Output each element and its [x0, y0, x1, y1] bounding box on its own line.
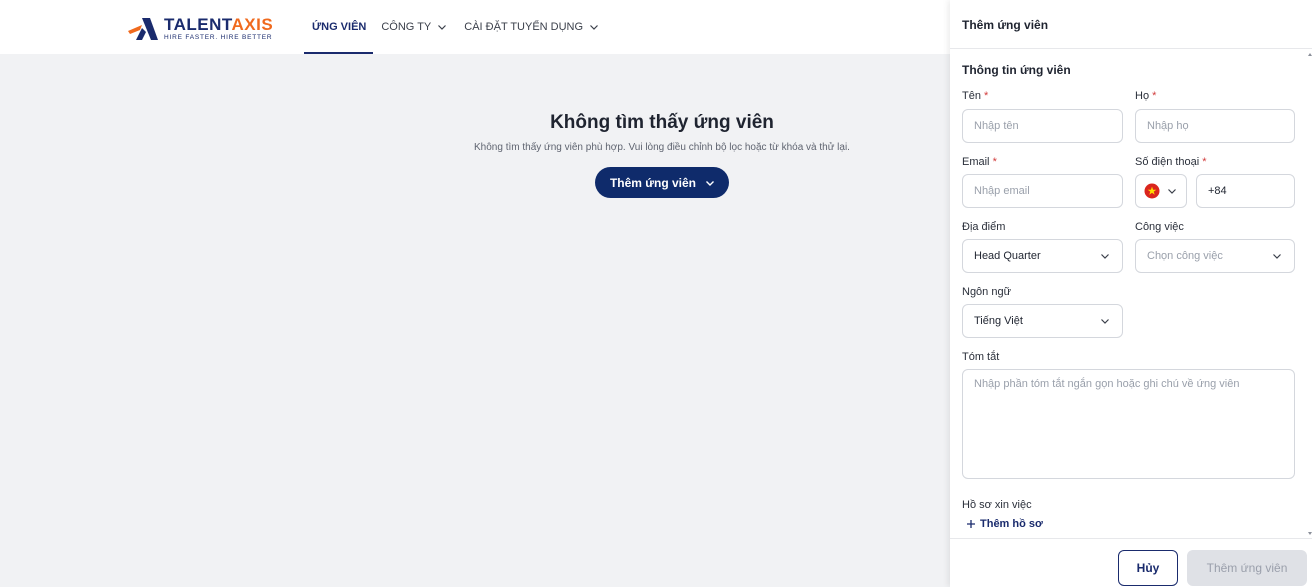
- logo-tagline: HIRE FASTER. HIRE BETTER: [164, 34, 273, 42]
- empty-state-description: Không tìm thấy ứng viên phù hợp. Vui lòn…: [474, 142, 850, 153]
- add-candidate-button[interactable]: Thêm ứng viên: [594, 167, 730, 198]
- chevron-down-icon: [438, 25, 447, 30]
- nav-item-company[interactable]: CÔNG TY: [373, 0, 456, 54]
- language-label: Ngôn ngữ: [962, 286, 1011, 298]
- submit-add-candidate-button[interactable]: Thêm ứng viên: [1187, 550, 1307, 586]
- email-input[interactable]: Nhập email: [962, 174, 1123, 208]
- last-name-label: Họ *: [1135, 90, 1157, 102]
- language-select[interactable]: Tiếng Việt: [962, 304, 1123, 338]
- first-name-input[interactable]: Nhập tên: [962, 109, 1123, 143]
- divider: [950, 48, 1312, 49]
- job-select[interactable]: Chọn công việc: [1135, 239, 1295, 273]
- logo-mark-icon: [128, 18, 158, 40]
- summary-textarea[interactable]: Nhập phần tóm tắt ngắn gọn hoặc ghi chú …: [962, 369, 1295, 479]
- email-label: Email *: [962, 156, 997, 168]
- last-name-input[interactable]: Nhập họ: [1135, 109, 1295, 143]
- divider: [950, 538, 1312, 539]
- phone-input[interactable]: +84: [1196, 174, 1295, 208]
- empty-state-title: Không tìm thấy ứng viên: [550, 112, 774, 133]
- chevron-down-icon: [1101, 254, 1109, 259]
- job-label: Công việc: [1135, 221, 1184, 233]
- empty-state: Không tìm thấy ứng viên Không tìm thấy ứ…: [374, 112, 950, 198]
- drawer-title: Thêm ứng viên: [962, 18, 1049, 32]
- summary-label: Tóm tắt: [962, 351, 1000, 363]
- section-title: Thông tin ứng viên: [962, 63, 1071, 77]
- add-candidate-drawer: Thêm ứng viên Thông tin ứng viên Tên * N…: [950, 0, 1312, 587]
- add-resume-link[interactable]: Thêm hồ sơ: [966, 518, 1043, 530]
- location-select[interactable]: Head Quarter: [962, 239, 1123, 273]
- plus-icon: [967, 520, 975, 528]
- logo-wordmark: TALENTAXIS: [164, 15, 274, 35]
- resume-label: Hồ sơ xin việc: [962, 499, 1032, 511]
- country-code-select[interactable]: [1135, 174, 1187, 208]
- drawer-scrollbar[interactable]: [1308, 52, 1312, 536]
- first-name-label: Tên *: [962, 90, 989, 102]
- nav-item-recruitment-settings[interactable]: CÀI ĐẶT TUYỂN DỤNG: [456, 0, 608, 54]
- vietnam-flag-icon: [1144, 183, 1160, 199]
- talentaxis-logo[interactable]: TALENTAXIS HIRE FASTER. HIRE BETTER: [128, 16, 273, 42]
- chevron-down-icon: [1273, 254, 1281, 259]
- main-nav: ỨNG VIÊN CÔNG TY CÀI ĐẶT TUYỂN DỤNG: [304, 0, 608, 54]
- top-navbar: TALENTAXIS HIRE FASTER. HIRE BETTER ỨNG …: [0, 0, 950, 54]
- chevron-down-icon: [1168, 189, 1176, 194]
- chevron-down-icon: [1101, 319, 1109, 324]
- location-label: Địa điểm: [962, 221, 1006, 233]
- nav-item-candidates[interactable]: ỨNG VIÊN: [304, 0, 374, 54]
- chevron-down-icon: [590, 25, 598, 30]
- phone-label: Số điện thoại *: [1135, 156, 1207, 168]
- chevron-down-icon: [706, 180, 715, 186]
- cancel-button[interactable]: Hủy: [1118, 550, 1178, 586]
